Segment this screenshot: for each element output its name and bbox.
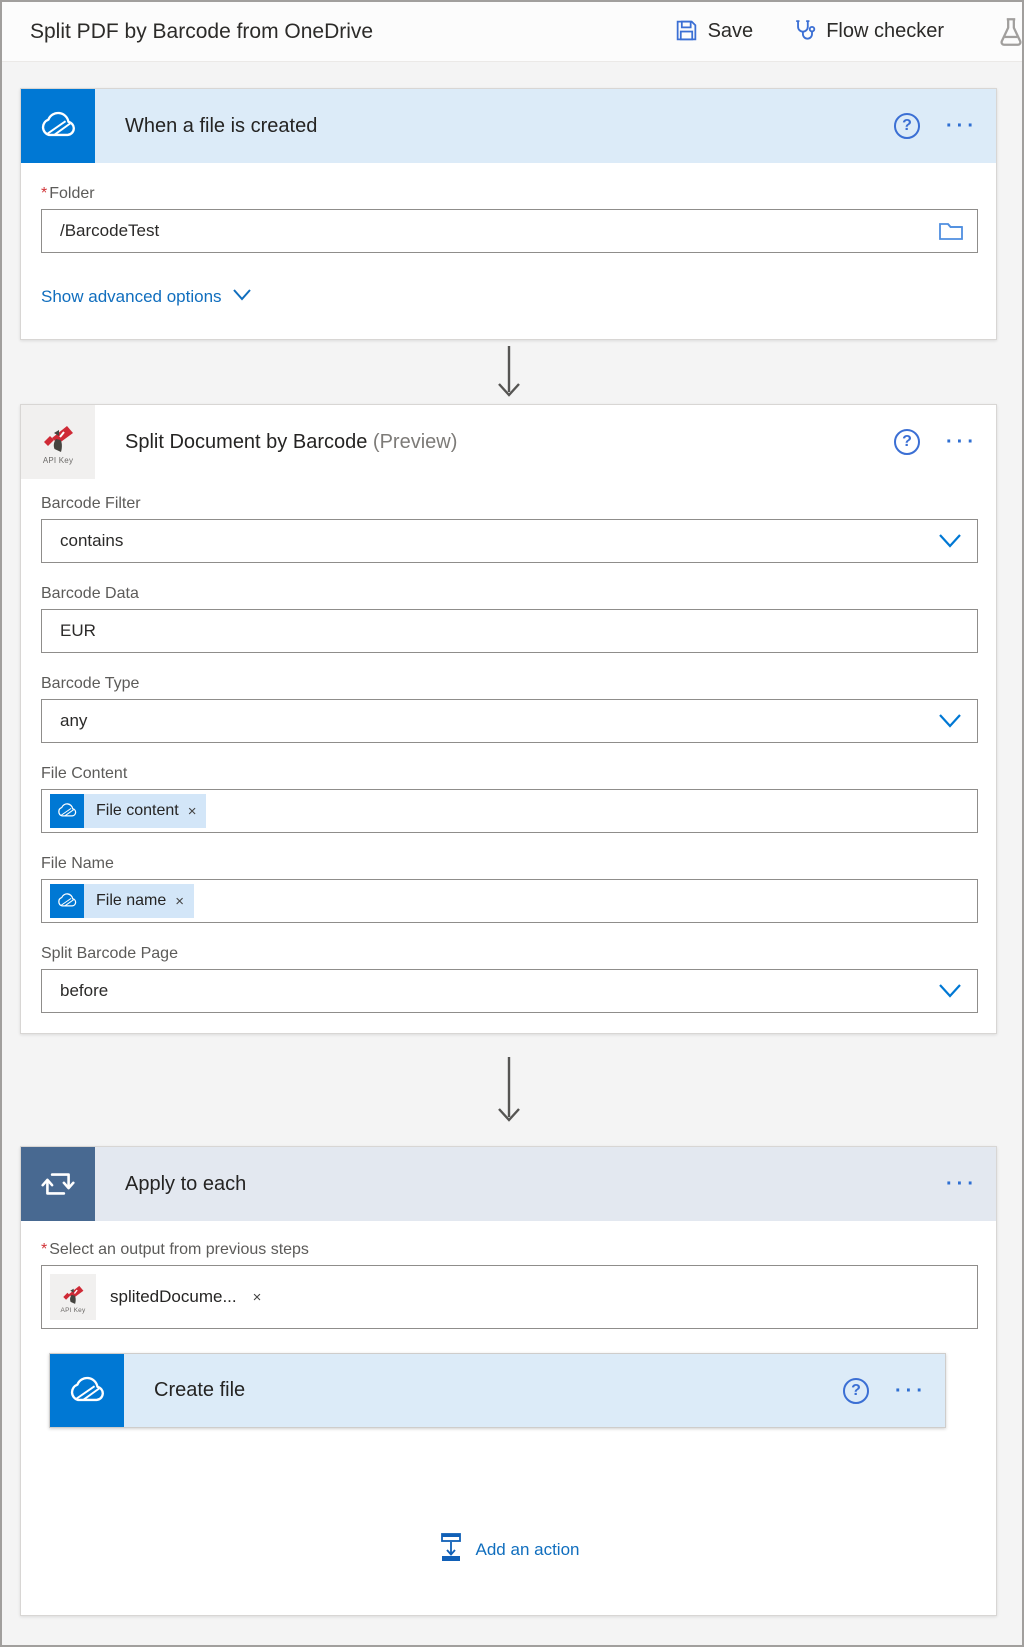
ellipsis-icon[interactable]: ··· [946, 116, 978, 136]
apply-to-each-header[interactable]: Apply to each ··· [21, 1147, 996, 1221]
file-content-field[interactable]: File content × [41, 789, 978, 833]
ellipsis-icon[interactable]: ··· [946, 1174, 978, 1194]
add-action-label: Add an action [475, 1539, 580, 1559]
split-document-card: API Key Split Document by Barcode (Previ… [20, 404, 997, 1034]
file-name-label: File Name [41, 855, 114, 872]
create-file-card: Create file ? ··· [49, 1353, 946, 1428]
file-content-token[interactable]: File content × [50, 794, 207, 828]
connector-arrow [20, 1034, 997, 1146]
required-asterisk: * [41, 1241, 48, 1258]
split-barcode-page-select[interactable]: before [41, 969, 978, 1013]
split-card-header[interactable]: API Key Split Document by Barcode (Previ… [21, 405, 996, 479]
split-card-body: Barcode Filter contains Barcode Data EUR… [21, 479, 996, 1033]
trigger-card-body: *Folder Show advanced options [21, 163, 996, 339]
add-action-button[interactable]: Add an action [438, 1532, 580, 1567]
file-name-token[interactable]: File name × [50, 884, 195, 918]
remove-token-icon[interactable]: × [253, 1289, 262, 1306]
api-key-icon: API Key [21, 405, 95, 479]
designer-command-bar: Split PDF by Barcode from OneDrive Save [2, 2, 1022, 62]
onedrive-icon [50, 1354, 124, 1427]
ellipsis-icon[interactable]: ··· [946, 432, 978, 452]
apply-to-each-title: Apply to each [125, 1172, 247, 1195]
show-advanced-options-label: Show advanced options [41, 287, 222, 306]
apply-to-each-card: Apply to each ··· * Select an output from… [20, 1146, 997, 1616]
loop-icon [21, 1147, 95, 1221]
help-icon[interactable]: ? [894, 429, 921, 455]
split-barcode-page-value: before [60, 981, 109, 1000]
barcode-type-label: Barcode Type [41, 675, 140, 692]
trigger-card-header[interactable]: When a file is created ? ··· [21, 89, 996, 163]
onedrive-icon [50, 794, 84, 828]
add-action-row: Add an action [41, 1532, 976, 1567]
folder-input-wrap [41, 209, 978, 253]
api-key-caption: API Key [42, 456, 74, 465]
split-card-title: Split Document by Barcode (Preview) [125, 431, 894, 454]
chevron-down-icon [232, 287, 252, 307]
barcode-data-group: Barcode Data [41, 585, 978, 653]
split-barcode-page-label: Split Barcode Page [41, 945, 178, 962]
select-output-label: Select an output from previous steps [49, 1241, 309, 1258]
barcode-filter-label: Barcode Filter [41, 495, 141, 512]
barcode-filter-select[interactable]: contains [41, 519, 978, 563]
chevron-down-icon [937, 711, 963, 736]
split-barcode-page-group: Split Barcode Page before [41, 945, 978, 1013]
file-name-token-label: File name [96, 892, 167, 909]
splited-documents-token[interactable]: API Key splitedDocume... × [50, 1274, 261, 1320]
splited-documents-token-label: splitedDocume... [110, 1287, 237, 1306]
save-button[interactable]: Save [674, 18, 754, 46]
folder-field-label-row: * Folder [41, 185, 976, 203]
file-content-group: File Content File content × [41, 765, 978, 833]
trigger-title: When a file is created [125, 114, 318, 137]
test-button[interactable] [994, 15, 1022, 52]
barcode-type-select[interactable]: any [41, 699, 978, 743]
flow-canvas: When a file is created ? ··· * Folder /B… [2, 62, 1022, 1616]
select-output-field[interactable]: API Key splitedDocume... × [41, 1265, 978, 1329]
split-title-text: Split Document by Barcode [125, 430, 368, 453]
connector-arrow [20, 340, 997, 404]
barcode-type-value: any [60, 711, 88, 730]
file-name-group: File Name File name × [41, 855, 978, 923]
create-file-header[interactable]: Create file ? ··· [50, 1354, 945, 1427]
remove-token-icon[interactable]: × [175, 893, 184, 910]
flow-title: Split PDF by Barcode from OneDrive [30, 19, 374, 43]
barcode-filter-group: Barcode Filter contains [41, 495, 978, 563]
file-content-label: File Content [41, 765, 128, 782]
select-output-label-row: * Select an output from previous steps [41, 1241, 976, 1259]
onedrive-icon [21, 89, 95, 163]
barcode-data-label: Barcode Data [41, 585, 139, 602]
required-asterisk: * [41, 185, 48, 202]
api-key-icon: API Key [50, 1274, 96, 1320]
trigger-card: When a file is created ? ··· * Folder /B… [20, 88, 997, 340]
folder-input[interactable] [41, 209, 978, 253]
command-bar-actions: Save Flow checker [674, 17, 944, 46]
stethoscope-icon [791, 17, 817, 46]
create-file-title: Create file [154, 1379, 246, 1401]
file-content-token-label: File content [96, 802, 179, 819]
barcode-filter-value: contains [60, 531, 124, 550]
flow-checker-button[interactable]: Flow checker [791, 17, 944, 46]
show-advanced-options-link[interactable]: Show advanced options [41, 287, 252, 307]
file-name-field[interactable]: File name × [41, 879, 978, 923]
add-action-icon [438, 1532, 464, 1567]
flow-checker-label: Flow checker [826, 20, 944, 42]
folder-field-label: Folder [49, 185, 95, 202]
help-icon[interactable]: ? [894, 113, 921, 139]
flask-icon [994, 15, 1022, 52]
onedrive-icon [50, 884, 84, 918]
ellipsis-icon[interactable]: ··· [895, 1381, 927, 1401]
apply-to-each-body: * Select an output from previous steps AP… [21, 1221, 996, 1615]
save-label: Save [707, 20, 754, 42]
api-key-caption: API Key [60, 1306, 86, 1314]
folder-picker-icon[interactable] [938, 219, 964, 243]
chevron-down-icon [937, 981, 963, 1006]
barcode-data-input[interactable] [41, 609, 978, 653]
remove-token-icon[interactable]: × [188, 803, 197, 820]
chevron-down-icon [937, 531, 963, 556]
help-icon[interactable]: ? [843, 1377, 870, 1404]
barcode-type-group: Barcode Type any [41, 675, 978, 743]
save-icon [674, 18, 699, 46]
flow-designer-window: Split PDF by Barcode from OneDrive Save [0, 0, 1024, 1647]
preview-badge: (Preview) [372, 430, 458, 453]
